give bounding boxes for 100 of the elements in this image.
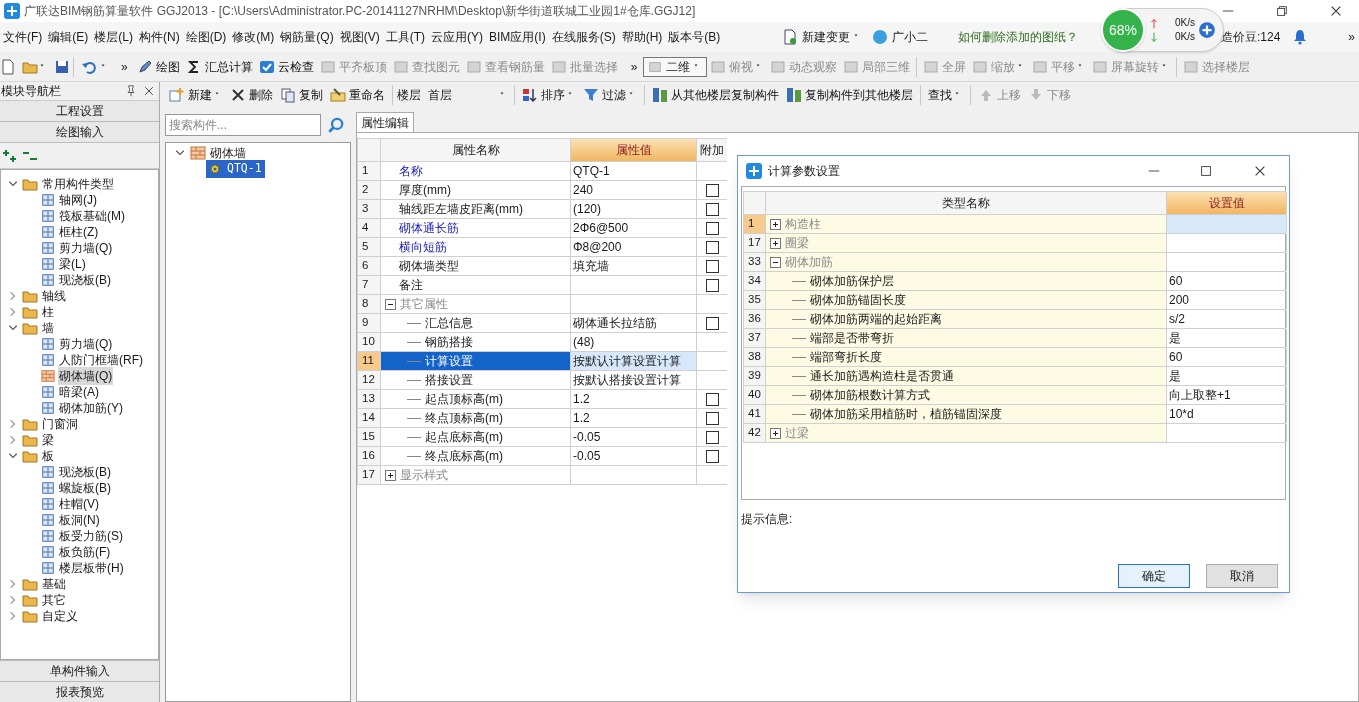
floor-dropdown[interactable]: 首层 [426,86,510,104]
tree-item[interactable]: QTQ-1 [206,160,265,178]
menu-item[interactable]: 文件(F) [0,28,46,46]
tree-item[interactable]: 砌体墙 [210,144,246,162]
checkbox[interactable] [705,183,719,197]
property-link[interactable]: 砌体通长筋 [399,219,459,237]
toolbar-button[interactable]: 从其他楼层复制构件 [649,86,782,104]
view-mode-dropdown[interactable]: 二维 [643,56,708,77]
tree-item[interactable]: 墙 [41,319,55,337]
checkbox[interactable] [705,202,719,216]
tree-item[interactable]: 梁 [41,431,55,449]
tree-item[interactable]: 剪力墙(Q) [58,239,114,257]
toolbar-button[interactable]: 排序 [519,86,579,104]
module-button[interactable]: 单构件输入 [0,660,159,681]
tree-item[interactable]: 砌体加筋(Y) [58,399,124,417]
dialog-button[interactable]: 取消 [1206,564,1278,588]
checkbox[interactable] [705,392,719,406]
toolbar-button[interactable]: 复制构件到其他楼层 [783,86,916,104]
tree-item[interactable]: 框柱(Z) [58,223,100,241]
tree-item[interactable]: 其它 [41,591,67,609]
toolbar-button[interactable]: 查找 [925,86,966,104]
save-icon[interactable] [54,58,70,75]
overflow-button[interactable]: » [1348,28,1359,46]
tree-item[interactable]: 柱帽(V) [58,495,100,513]
menu-item[interactable]: 修改(M) [229,28,278,46]
toolbar-button[interactable]: 重命名 [327,86,388,104]
collapse-icon[interactable] [770,256,781,268]
tree-item[interactable]: 板洞(N) [58,511,101,529]
toolbar-button[interactable]: 绘图 [133,57,183,76]
menu-item[interactable]: 钢筋量(Q) [277,28,337,46]
close-icon[interactable] [1253,164,1267,178]
checkbox[interactable] [705,411,719,425]
checkbox[interactable] [705,259,719,273]
tree-item[interactable]: 螺旋板(B) [58,479,112,497]
menu-item[interactable]: 工具(T) [382,28,428,46]
close-icon[interactable] [1329,4,1343,18]
tip-link[interactable]: 如何删除添加的图纸？ [958,28,1078,46]
tree-item[interactable]: 板负筋(F) [58,543,112,561]
tree-item[interactable]: 柱 [41,303,55,321]
search-field[interactable]: 搜索构件... [165,114,321,136]
dialog-button[interactable]: 确定 [1118,564,1190,588]
tree-item[interactable]: 暗梁(A) [58,383,100,401]
toolbar-button[interactable]: 云检查 [255,57,317,76]
assistant-button[interactable]: 广小二 [866,28,934,46]
restore-icon[interactable] [1275,4,1289,18]
tree-item[interactable]: 现浇板(B) [58,463,112,481]
collapse-icon[interactable] [385,298,396,310]
expand-icon[interactable] [770,427,781,439]
expand-icon[interactable] [770,218,781,230]
toolbar-button[interactable]: 过滤 [580,86,640,104]
menu-item[interactable]: 编辑(E) [45,28,92,46]
tree-item[interactable]: 基础 [41,575,67,593]
tree-item[interactable]: 板 [41,447,55,465]
tree-item[interactable]: 剪力墙(Q) [58,335,114,353]
new-change-button[interactable]: 新建变更 [778,28,866,46]
menu-item[interactable]: 绘图(D) [182,28,230,46]
search-icon[interactable] [327,116,345,134]
tree-item[interactable]: 人防门框墙(RF) [58,351,144,369]
pin-icon[interactable] [125,85,137,97]
checkbox[interactable] [705,449,719,463]
menu-item[interactable]: 帮助(H) [618,28,666,46]
menu-item[interactable]: BIM应用(I) [486,28,549,46]
menu-item[interactable]: 版本号(B) [665,28,724,46]
toolbar-button[interactable]: 删除 [227,86,276,104]
checkbox[interactable] [705,316,719,330]
module-button[interactable]: 绘图输入 [0,122,159,143]
menu-item[interactable]: 楼层(L) [91,28,136,46]
tree-item[interactable]: 轴网(J) [58,191,98,209]
checkbox[interactable] [705,430,719,444]
module-button[interactable]: 工程设置 [0,101,159,122]
overflow-button[interactable]: » [121,57,128,76]
tree-item[interactable]: 常用构件类型 [41,175,115,193]
property-link[interactable]: 名称 [399,162,423,180]
panel-tab[interactable]: 属性编辑 [356,112,414,132]
tree-item[interactable]: 轴线 [41,287,67,305]
menu-item[interactable]: 视图(V) [336,28,383,46]
bell-icon[interactable] [1292,29,1309,45]
tree-item[interactable]: 板受力筋(S) [58,527,124,545]
toolbar-button[interactable]: 复制 [277,86,326,104]
close-icon[interactable] [143,85,155,97]
menu-item[interactable]: 构件(N) [136,28,183,46]
tree-item[interactable]: 筏板基础(M) [58,207,126,225]
tree-item[interactable]: 梁(L) [58,255,87,273]
new-file-icon[interactable] [0,58,16,75]
tree-item[interactable]: 楼层板带(H) [58,559,125,577]
add-icon[interactable] [1198,21,1216,39]
checkbox[interactable] [705,278,719,292]
tree-item[interactable]: 现浇板(B) [58,271,112,289]
tree-item[interactable]: 砌体墙(Q) [58,367,114,385]
module-button[interactable]: 报表预览 [0,681,159,702]
expand-icon[interactable] [770,237,781,249]
tree-item[interactable]: 门窗洞 [41,415,79,433]
checkbox[interactable] [705,240,719,254]
menu-item[interactable]: 在线服务(S) [548,28,619,46]
overflow-button[interactable]: » [630,57,638,76]
tree-item[interactable]: 自定义 [41,607,79,625]
checkbox[interactable] [705,221,719,235]
maximize-icon[interactable] [1199,164,1213,178]
toolbar-button[interactable]: 汇总计算 [182,57,256,76]
property-link[interactable]: 横向短筋 [399,238,447,256]
